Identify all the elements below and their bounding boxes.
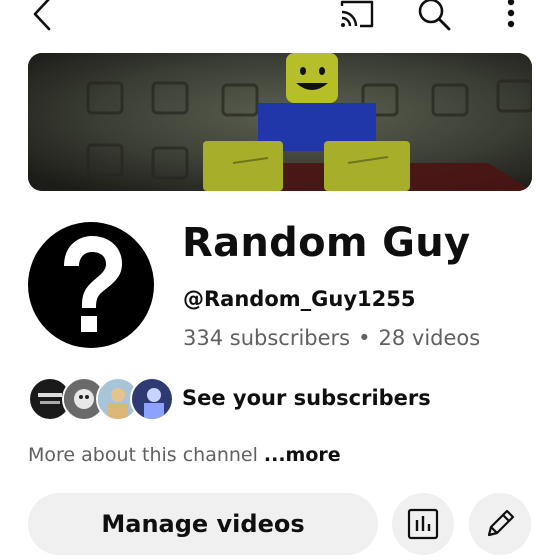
analytics-button[interactable] (392, 493, 454, 555)
analytics-icon (407, 508, 439, 540)
edit-channel-button[interactable] (469, 493, 531, 555)
subscriber-avatars[interactable] (28, 377, 174, 421)
banner-image (28, 53, 532, 191)
subscriber-avatar (130, 377, 174, 421)
channel-about[interactable]: More about this channel ...more (28, 444, 341, 466)
manage-videos-button[interactable]: Manage videos (28, 493, 378, 555)
subscriber-count: 334 subscribers (183, 326, 351, 350)
channel-handle: @Random_Guy1255 (183, 287, 416, 311)
search-icon (418, 0, 451, 31)
video-count: 28 videos (378, 326, 481, 350)
back-arrow-icon (33, 0, 51, 31)
channel-stats: 334 subscribers • 28 videos (183, 326, 480, 350)
cast-button[interactable] (336, 0, 378, 32)
channel-banner[interactable] (28, 53, 532, 191)
more-options-button[interactable] (496, 0, 526, 32)
channel-name: Random Guy (182, 220, 471, 266)
question-mark-icon (64, 236, 122, 332)
top-bar (0, 0, 560, 34)
search-button[interactable] (414, 0, 454, 32)
more-vert-icon (507, 0, 515, 28)
channel-avatar[interactable] (28, 222, 154, 348)
about-text: More about this channel (28, 444, 258, 466)
cast-icon (340, 0, 374, 28)
pencil-icon (487, 509, 515, 537)
see-subscribers-link[interactable]: See your subscribers (182, 386, 431, 410)
about-more-link[interactable]: ...more (264, 444, 341, 466)
stats-separator: • (358, 326, 371, 350)
back-button[interactable] (26, 0, 58, 32)
